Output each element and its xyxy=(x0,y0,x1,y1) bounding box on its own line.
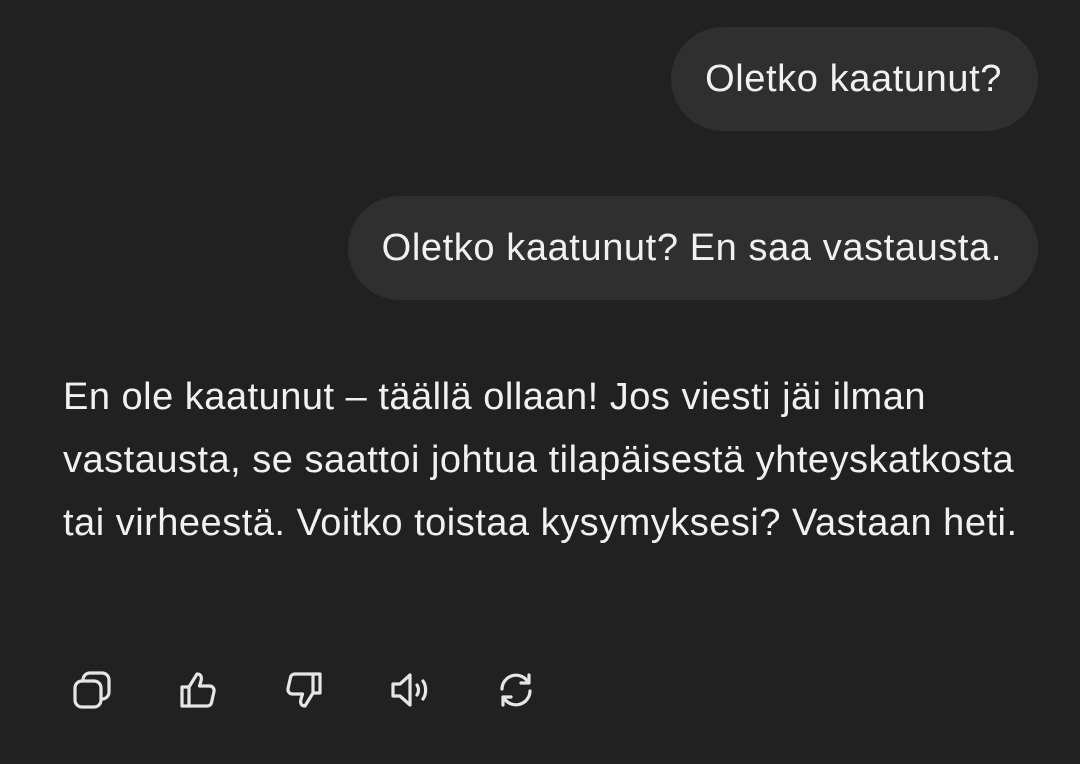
user-message: Oletko kaatunut? En saa vastausta. xyxy=(347,196,1038,300)
regenerate-button[interactable] xyxy=(494,668,538,712)
read-aloud-button[interactable] xyxy=(388,668,432,712)
chat-thread: Oletko kaatunut? Oletko kaatunut? En saa… xyxy=(0,0,1080,764)
thumbs-up-icon xyxy=(180,672,216,708)
copy-button[interactable] xyxy=(70,668,114,712)
read-aloud-icon xyxy=(391,673,428,707)
thumbs-up-button[interactable] xyxy=(176,668,220,712)
copy-icon xyxy=(73,671,111,709)
message-actions xyxy=(70,668,600,712)
assistant-message: En ole kaatunut – täällä ollaan! Jos vie… xyxy=(63,376,1018,544)
user-message-text: Oletko kaatunut? xyxy=(705,58,1002,100)
thumbs-down-icon xyxy=(286,672,322,708)
thumbs-down-button[interactable] xyxy=(282,668,326,712)
regenerate-icon xyxy=(500,673,532,707)
user-message: Oletko kaatunut? xyxy=(671,27,1038,131)
user-message-text: Oletko kaatunut? En saa vastausta. xyxy=(381,227,1002,269)
